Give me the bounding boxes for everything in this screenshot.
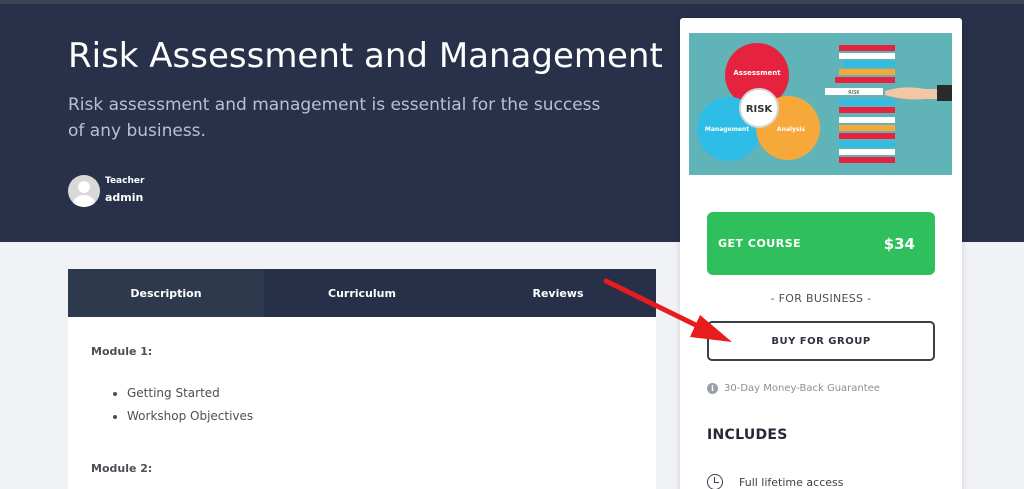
money-back-guarantee: i 30-Day Money-Back Guarantee [707,383,880,394]
course-title: Risk Assessment and Management [68,36,663,76]
tab-description[interactable]: Description [68,269,264,317]
risk-illustration: Assessment RISK Management Analysis RISK [689,33,952,175]
tab-curriculum[interactable]: Curriculum [264,269,460,317]
get-course-button[interactable]: GET COURSE $34 [707,212,935,275]
thumb-label-risk-small: RISK [848,90,860,96]
course-price: $34 [883,234,915,253]
course-thumbnail: Assessment RISK Management Analysis RISK [689,33,952,175]
list-item: Workshop Objectives [127,405,633,428]
avatar[interactable] [68,175,100,207]
course-sidebar-card: Assessment RISK Management Analysis RISK [680,18,962,489]
for-business-label: - FOR BUSINESS - [770,292,872,305]
thumb-label-management: Management [705,126,749,133]
teacher-label: Teacher [105,176,145,186]
module-lesson-list: Getting Started Workshop Objectives [127,382,633,428]
buy-for-group-button[interactable]: BUY FOR GROUP [707,321,935,361]
thumb-label-analysis: Analysis [777,126,806,133]
includes-heading: INCLUDES [707,427,788,443]
thumb-label-assessment: Assessment [733,69,781,77]
course-tabs: Description Curriculum Reviews [68,269,656,317]
description-body: Module 1: Getting Started Workshop Objec… [68,317,656,489]
teacher-name[interactable]: admin [105,188,144,208]
info-icon: i [707,383,718,394]
include-item-lifetime: Full lifetime access [707,474,843,489]
module-heading: Module 2: [91,462,153,475]
include-item-label: Full lifetime access [739,475,844,489]
teacher-info[interactable]: Teacher admin [68,174,144,208]
course-subtitle: Risk assessment and management is essent… [68,95,601,141]
get-course-label: GET COURSE [718,237,802,250]
tab-reviews[interactable]: Reviews [460,269,656,317]
clock-icon [707,474,723,489]
course-content-panel: Description Curriculum Reviews Module 1:… [68,269,656,489]
module-heading: Module 1: [91,345,153,358]
list-item: Getting Started [127,382,633,405]
thumb-label-risk: RISK [746,104,774,115]
guarantee-text: 30-Day Money-Back Guarantee [724,383,880,394]
